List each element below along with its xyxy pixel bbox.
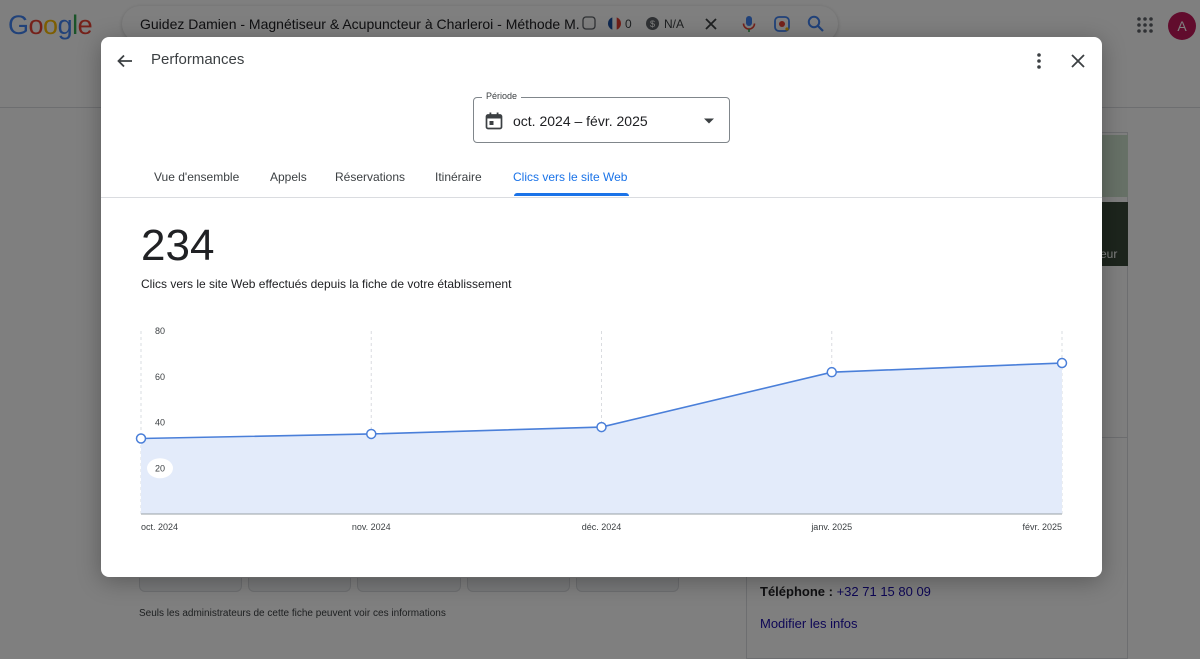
- y-tick-label: 20: [155, 463, 165, 473]
- data-point: [366, 428, 377, 440]
- performance-dialog: Performances Période oct. 2024 – févr. 2…: [101, 37, 1102, 577]
- data-point: [596, 421, 607, 433]
- data-point: [135, 433, 147, 444]
- x-tick-label: févr. 2025: [1022, 522, 1062, 532]
- x-tick-label: oct. 2024: [141, 522, 178, 532]
- data-point: [826, 366, 837, 378]
- x-tick-label: janv. 2025: [810, 522, 852, 532]
- y-tick-label: 60: [155, 372, 165, 382]
- y-tick-label: 40: [155, 418, 165, 428]
- clicks-chart: 20 40 60 80 oct. 2024 nov. 2024 déc. 2024 janv.…: [135, 326, 1068, 532]
- x-tick-label: nov. 2024: [352, 522, 391, 532]
- data-point: [1056, 357, 1068, 369]
- x-tick-label: déc. 2024: [582, 522, 622, 532]
- y-tick-label: 80: [155, 326, 165, 336]
